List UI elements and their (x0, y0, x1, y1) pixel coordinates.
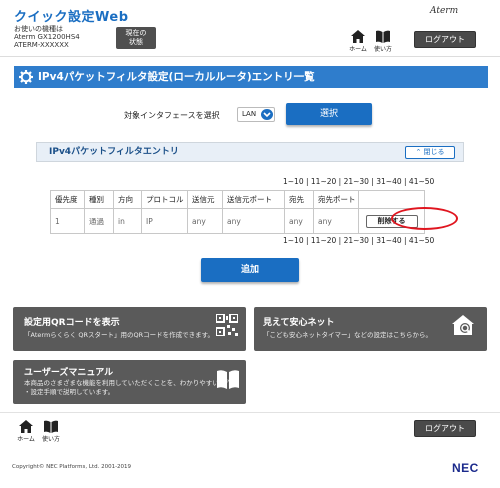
collapse-button[interactable]: ⌃ 閉じる (405, 146, 455, 159)
pager-link[interactable]: 11~20 (311, 177, 336, 186)
device-model: Aterm GX1200HS4 (14, 33, 80, 41)
pager-link[interactable]: 41~50 (409, 236, 434, 245)
chevron-up-icon: ⌃ (415, 148, 422, 156)
home-nav[interactable]: ホーム (347, 30, 369, 53)
footer-home-nav[interactable]: ホーム (15, 420, 37, 443)
table-cell: 通過 (84, 208, 114, 234)
entry-section-title: IPv4パケットフィルタエントリ (49, 147, 179, 157)
pager-link[interactable]: 31~40 (376, 177, 401, 186)
usage-label: 使い方 (373, 46, 392, 53)
manual-card-title: ユーザーズマニュアル (24, 368, 114, 378)
pager-link[interactable]: 31~40 (376, 236, 401, 245)
copyright: Copyright© NEC Platforms, Ltd. 2001-2019 (12, 464, 132, 470)
book-icon (376, 30, 390, 43)
delete-highlight-ellipse (391, 207, 458, 230)
pager-bottom: 1~10 | 11~20 | 21~30 | 31~40 | 41~50 (283, 236, 435, 245)
footer-logout-button[interactable]: ログアウト (414, 420, 476, 437)
entry-section-header: IPv4パケットフィルタエントリ ⌃ 閉じる (36, 142, 464, 162)
column-header: 送信元ポート (222, 190, 285, 209)
manual-card[interactable]: ユーザーズマニュアル 本商品のさまざまな機能を利用していただくことを、わかりやす… (13, 360, 246, 404)
aterm-logo: Aterm (430, 6, 459, 16)
book-icon (44, 420, 58, 433)
pager-link[interactable]: 1~10 (283, 236, 304, 245)
status-button-line1: 現在の (125, 29, 147, 37)
column-header: 送信元 (187, 190, 223, 209)
column-header: 宛先 (284, 190, 314, 209)
safe-net-title: 見えて安心ネット (263, 318, 335, 328)
filter-entry-table: 優先度 種別 方向 プロトコル 送信元 送信元ポート 宛先 宛先ポート 1 通過… (50, 190, 425, 234)
house-search-icon (452, 315, 474, 335)
usage-nav[interactable]: 使い方 (372, 30, 394, 53)
page-title: IPv4パケットフィルタ設定(ローカルルータ)エントリ一覧 (38, 71, 315, 83)
pager-link[interactable]: 21~30 (344, 177, 369, 186)
interface-value: LAN (242, 110, 257, 118)
pager-link[interactable]: 11~20 (311, 236, 336, 245)
nec-logo: NEC (452, 461, 479, 475)
table-cell: any (284, 208, 314, 234)
collapse-label: 閉じる (423, 148, 445, 156)
header-divider (0, 56, 500, 57)
page-title-bar: IPv4パケットフィルタ設定(ローカルルータ)エントリ一覧 (14, 66, 488, 88)
add-button[interactable]: 追加 (201, 258, 299, 282)
pager-top: 1~10 | 11~20 | 21~30 | 31~40 | 41~50 (283, 177, 435, 186)
footer-divider (0, 412, 500, 413)
column-header: 優先度 (50, 190, 85, 209)
device-label: お使いの機種は (14, 25, 63, 33)
table-header-row: 優先度 種別 方向 プロトコル 送信元 送信元ポート 宛先 宛先ポート (50, 190, 425, 209)
pager-link[interactable]: 21~30 (344, 236, 369, 245)
table-cell: any (187, 208, 223, 234)
safe-net-desc: 「こども安心ネットタイマー」などの設定はこちらから。 (263, 331, 432, 339)
home-icon (19, 420, 33, 433)
status-button-line2: 状態 (129, 38, 143, 46)
device-serial: ATERM-XXXXXX (14, 41, 69, 49)
chevron-down-icon (261, 109, 273, 120)
qr-code-card[interactable]: 設定用QRコードを表示 「Atermらくらく QRスタート」用のQRコードを作成… (13, 307, 246, 351)
footer-usage-label: 使い方 (41, 436, 60, 443)
select-button[interactable]: 選択 (286, 103, 372, 125)
column-header: プロトコル (141, 190, 188, 209)
column-header: 宛先ポート (313, 190, 359, 209)
book-icon (217, 370, 239, 389)
qr-code-icon (216, 314, 238, 336)
safe-net-card[interactable]: 見えて安心ネット 「こども安心ネットタイマー」などの設定はこちらから。 (254, 307, 487, 351)
table-row: 1 通過 in IP any any any any 削除する (50, 208, 425, 234)
table-cell: in (113, 208, 142, 234)
home-icon (351, 30, 365, 43)
home-label: ホーム (349, 46, 367, 53)
footer-usage-nav[interactable]: 使い方 (40, 420, 62, 443)
app-title: クイック設定Web (14, 10, 129, 25)
logout-button[interactable]: ログアウト (414, 31, 476, 48)
pager-link[interactable]: 1~10 (283, 177, 304, 186)
column-header (358, 190, 425, 209)
gear-icon (19, 70, 33, 84)
qr-card-desc: 「Atermらくらく QRスタート」用のQRコードを作成できます。 (24, 331, 214, 339)
table-cell: any (313, 208, 359, 234)
pager-link[interactable]: 41~50 (409, 177, 434, 186)
table-cell: IP (141, 208, 188, 234)
qr-card-title: 設定用QRコードを表示 (24, 318, 120, 328)
header: クイック設定Web お使いの機種は Aterm GX1200HS4 ATERM-… (0, 0, 500, 56)
table-cell: 1 (50, 208, 85, 234)
interface-label: 対象インタフェースを選択 (124, 111, 220, 120)
manual-card-desc-1: 本商品のさまざまな機能を利用していただくことを、わかりやすい操作 (24, 379, 232, 387)
column-header: 方向 (113, 190, 142, 209)
footer-home-label: ホーム (17, 436, 35, 443)
column-header: 種別 (84, 190, 114, 209)
interface-select[interactable]: LAN (237, 107, 275, 122)
manual-card-desc-2: ・設定手順で説明しています。 (24, 388, 115, 396)
table-cell: any (222, 208, 285, 234)
current-status-button[interactable]: 現在の 状態 (116, 27, 156, 49)
